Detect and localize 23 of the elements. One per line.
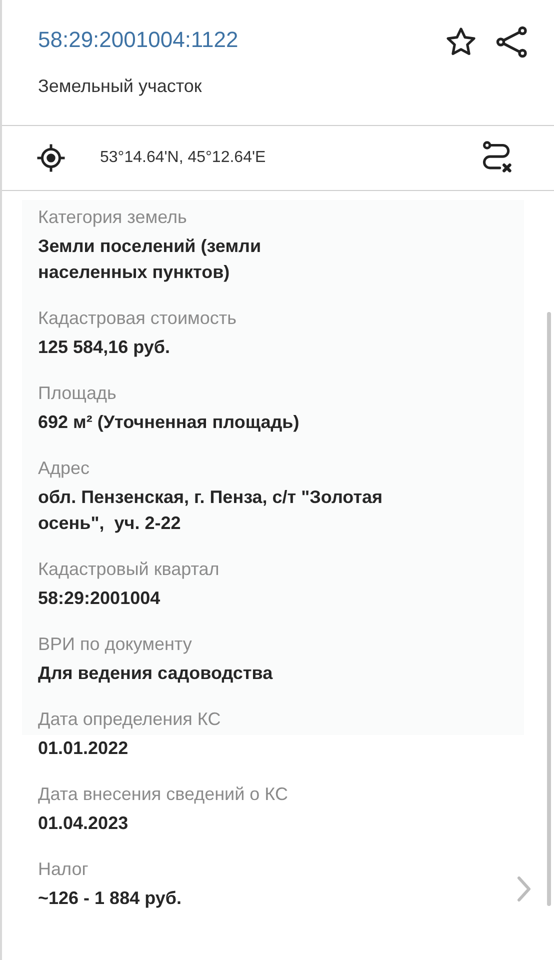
field-value: 58:29:2001004 xyxy=(38,587,160,610)
field-label: Кадастровая стоимость xyxy=(38,307,238,330)
field-value: 01.04.2023 xyxy=(38,812,128,835)
location-target-icon xyxy=(36,143,66,173)
field-label: Кадастровый квартал xyxy=(38,558,220,581)
coordinates-text: 53°14.64'N, 45°12.64'E xyxy=(100,148,266,168)
field-label: Налог xyxy=(38,858,90,881)
object-type: Земельный участок xyxy=(38,75,203,98)
cadastral-number: 58:29:2001004:1122 xyxy=(38,26,238,54)
field-label: Дата определения КС xyxy=(38,708,222,731)
field-label: Адрес xyxy=(38,457,91,480)
field-label: Категория земель xyxy=(38,206,188,229)
field-label: ВРИ по документу xyxy=(38,633,193,656)
field-value: 125 584,16 руб. xyxy=(38,336,170,359)
field-value: 692 м² (Уточненная площадь) xyxy=(38,411,300,434)
field-value: 01.01.2022 xyxy=(38,737,128,760)
field-label: Площадь xyxy=(38,382,118,405)
field-value: Для ведения садоводства xyxy=(38,662,273,685)
field-value: обл. Пензенская, г. Пенза, с/т "Золотая осень", уч. 2-22 xyxy=(38,486,383,535)
field-value: Земли поселений (земли населенных пунктов) xyxy=(38,235,262,284)
field-label: Дата внесения сведений о КС xyxy=(38,783,289,806)
share-icon[interactable] xyxy=(494,24,530,60)
field-value: ~126 - 1 884 руб. xyxy=(38,887,182,910)
